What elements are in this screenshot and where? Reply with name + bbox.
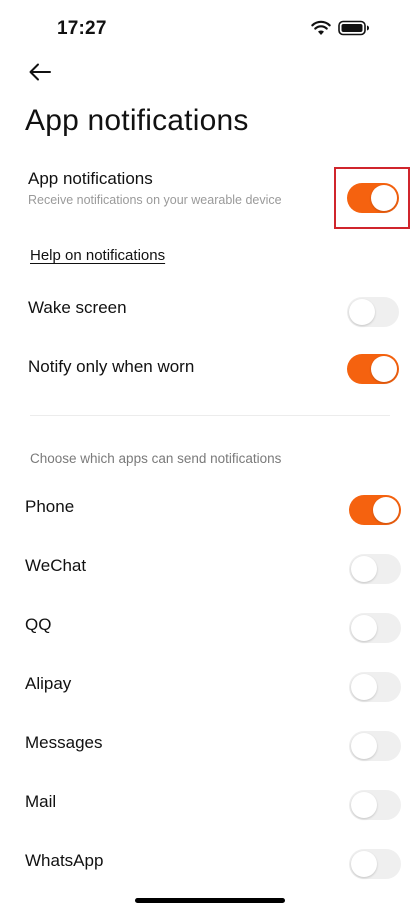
app-label-alipay: Alipay [25,674,72,693]
divider [30,415,390,416]
notify-only-when-worn-toggle[interactable] [347,354,399,384]
toggle-knob [351,792,377,818]
whatsapp-toggle[interactable] [349,849,401,879]
toggle-knob [351,674,377,700]
wechat-toggle[interactable] [349,554,401,584]
qq-toggle[interactable] [349,613,401,643]
toggle-knob [349,299,375,325]
home-indicator [135,898,285,903]
wake-screen-toggle[interactable] [347,297,399,327]
app-label-phone: Phone [25,497,75,516]
battery-icon [338,20,369,36]
highlight-box [334,167,410,229]
app-label-qq: QQ [25,615,52,634]
toggle-knob [351,556,377,582]
setting-label-wake-screen: Wake screen [28,298,127,317]
toggle-knob [351,615,377,641]
messages-toggle[interactable] [349,731,401,761]
toggle-knob [371,356,397,382]
toggle-knob [351,733,377,759]
wifi-icon [311,20,331,35]
status-bar: 17:27 [0,0,420,56]
status-time: 17:27 [57,18,107,39]
app-label-messages: Messages [25,733,103,752]
app-label-wechat: WeChat [25,556,87,575]
app-label-whatsapp: WhatsApp [25,851,104,870]
mail-toggle[interactable] [349,790,401,820]
master-toggle-description: Receive notifications on your wearable d… [28,193,282,207]
setting-label-notify-only-when-worn: Notify only when worn [28,357,195,376]
app-label-mail: Mail [25,792,57,811]
arrow-left-icon [29,63,51,81]
alipay-toggle[interactable] [349,672,401,702]
toggle-knob [351,851,377,877]
master-toggle-label: App notifications [28,169,153,188]
back-button[interactable] [26,60,54,84]
help-on-notifications-link[interactable]: Help on notifications [30,247,165,264]
page-title: App notifications [25,104,249,137]
phone-toggle[interactable] [349,495,401,525]
toggle-knob [373,497,399,523]
apps-section-header: Choose which apps can send notifications [30,451,282,466]
